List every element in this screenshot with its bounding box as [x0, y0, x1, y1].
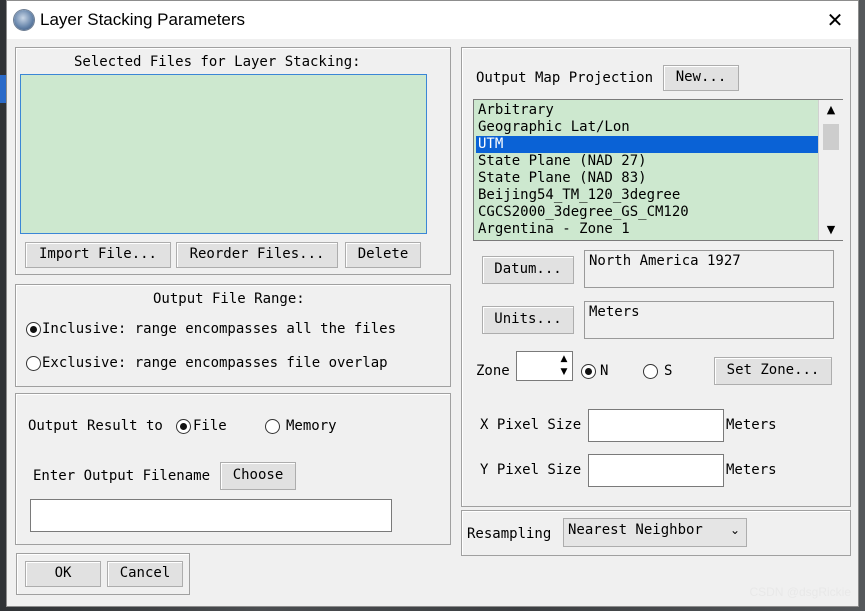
app-globe-icon: [14, 10, 34, 30]
projection-item[interactable]: Geographic Lat/Lon: [476, 119, 630, 136]
ok-button[interactable]: OK: [25, 561, 101, 587]
inclusive-radio[interactable]: [26, 322, 41, 337]
exclusive-radio[interactable]: [26, 356, 41, 371]
projection-list[interactable]: Arbitrary Geographic Lat/Lon UTM State P…: [473, 99, 843, 241]
projection-item[interactable]: State Plane (NAD 83): [476, 170, 647, 187]
units-value: Meters: [584, 301, 834, 339]
selected-files-panel: Selected Files for Layer Stacking: Impor…: [15, 47, 451, 275]
dialog-buttons-panel: OK Cancel: [16, 553, 190, 595]
output-file-radio[interactable]: [176, 419, 191, 434]
set-zone-button[interactable]: Set Zone...: [714, 357, 832, 385]
projection-item-selected[interactable]: UTM: [476, 136, 818, 153]
x-pixel-size-input[interactable]: [588, 409, 724, 442]
layer-stacking-dialog: Layer Stacking Parameters ✕ Selected Fil…: [6, 0, 859, 607]
projection-scrollbar[interactable]: ▲ ▼: [818, 100, 843, 240]
resampling-select[interactable]: Nearest Neighbor ⌄: [563, 518, 747, 547]
import-file-button[interactable]: Import File...: [25, 242, 171, 268]
scroll-up-arrow-icon[interactable]: ▲: [819, 102, 843, 118]
reorder-files-button[interactable]: Reorder Files...: [176, 242, 338, 268]
projection-item[interactable]: Argentina - Zone 1: [476, 221, 630, 238]
title-bar[interactable]: Layer Stacking Parameters ✕: [7, 1, 858, 39]
inclusive-label[interactable]: Inclusive: range encompasses all the fil…: [42, 321, 396, 337]
chevron-down-icon: ⌄: [729, 523, 740, 537]
cancel-button[interactable]: Cancel: [107, 561, 183, 587]
resampling-value: Nearest Neighbor: [568, 522, 703, 538]
selected-files-label: Selected Files for Layer Stacking:: [74, 54, 361, 70]
units-button[interactable]: Units...: [482, 306, 574, 334]
datum-value: North America 1927: [584, 250, 834, 288]
exclusive-label[interactable]: Exclusive: range encompasses file overla…: [42, 355, 388, 371]
datum-button[interactable]: Datum...: [482, 256, 574, 284]
output-filename-label: Enter Output Filename: [33, 468, 211, 484]
north-label[interactable]: N: [600, 363, 608, 379]
zone-spinner[interactable]: ▲ ▼: [516, 351, 573, 381]
watermark: CSDN @dsgRickie: [749, 585, 851, 599]
output-filename-input[interactable]: [30, 499, 392, 532]
x-pixel-size-unit: Meters: [726, 417, 777, 433]
resampling-label: Resampling: [467, 526, 552, 542]
output-memory-radio[interactable]: [265, 419, 280, 434]
delete-button[interactable]: Delete: [345, 242, 421, 268]
output-result-label: Output Result to: [28, 418, 163, 434]
new-projection-button[interactable]: New...: [663, 65, 739, 91]
y-pixel-size-unit: Meters: [726, 462, 777, 478]
south-radio[interactable]: [643, 364, 658, 379]
selected-files-list[interactable]: [20, 74, 427, 234]
spinner-arrows-icon[interactable]: ▲ ▼: [557, 353, 571, 379]
choose-button[interactable]: Choose: [220, 462, 296, 490]
x-pixel-size-label: X Pixel Size: [480, 417, 582, 433]
zone-label: Zone: [476, 363, 510, 379]
projection-item[interactable]: CGCS2000_3degree_GS_CM120: [476, 204, 689, 221]
projection-item[interactable]: State Plane (NAD 27): [476, 153, 647, 170]
output-file-label[interactable]: File: [193, 418, 227, 434]
window-title: Layer Stacking Parameters: [40, 10, 246, 29]
y-pixel-size-input[interactable]: [588, 454, 724, 487]
south-label[interactable]: S: [664, 363, 672, 379]
north-radio[interactable]: [581, 364, 596, 379]
projection-item[interactable]: Arbitrary: [476, 102, 554, 119]
output-result-panel: Output Result to File Memory Enter Outpu…: [15, 393, 451, 545]
output-range-panel: Output File Range: Inclusive: range enco…: [15, 284, 451, 387]
scroll-down-arrow-icon[interactable]: ▼: [819, 222, 843, 238]
y-pixel-size-label: Y Pixel Size: [480, 462, 582, 478]
projection-item[interactable]: Beijing54_TM_120_3degree: [476, 187, 680, 204]
output-range-label: Output File Range:: [153, 291, 305, 307]
output-memory-label[interactable]: Memory: [286, 418, 337, 434]
scrollbar-thumb[interactable]: [823, 124, 839, 150]
close-button[interactable]: ✕: [820, 6, 850, 34]
projection-label: Output Map Projection: [476, 70, 654, 86]
